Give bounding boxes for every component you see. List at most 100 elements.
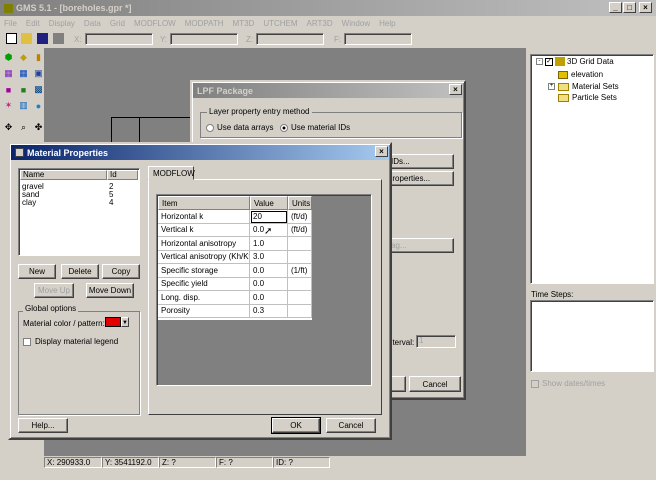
grid-cell-item[interactable]: Vertical anisotropy (Kh/Kv)	[158, 250, 250, 264]
radio-selected-icon[interactable]	[280, 123, 288, 132]
display-legend-option[interactable]: Display material legend	[23, 337, 118, 346]
print-icon[interactable]	[53, 33, 64, 44]
coord-x-field[interactable]	[85, 33, 153, 45]
move-down-button[interactable]: Move Down	[86, 283, 134, 298]
grid-cell-item[interactable]: Specific storage	[158, 264, 250, 278]
tree-item-particle-sets[interactable]: Particle Sets	[558, 93, 617, 102]
lpf-cancel-button[interactable]: Cancel	[409, 376, 461, 392]
menu-item-file[interactable]: File	[4, 19, 17, 28]
rotate-icon[interactable]: ✤	[33, 122, 44, 133]
copy-material-button[interactable]: Copy	[102, 264, 140, 279]
grid-cell-item[interactable]: Long. disp.	[158, 291, 250, 305]
grid-cell-units[interactable]: (1/ft)	[288, 264, 312, 278]
map-icon[interactable]: ▥	[18, 100, 29, 111]
coord-z-field[interactable]	[256, 33, 324, 45]
well-icon[interactable]: ◆	[18, 52, 29, 63]
grid-cell-units[interactable]	[288, 304, 312, 318]
new-material-button[interactable]: New	[18, 264, 56, 279]
mesh-icon[interactable]: ▣	[33, 68, 44, 79]
menu-item-art3d[interactable]: ART3D	[307, 19, 333, 28]
color-swatch[interactable]	[105, 317, 121, 327]
grid-cell-value[interactable]: 0.0	[250, 264, 288, 278]
interval-field[interactable]: 1	[416, 335, 456, 348]
ok-button[interactable]: OK	[271, 417, 321, 434]
open-folder-icon[interactable]	[21, 33, 32, 44]
coord-y-field[interactable]	[170, 33, 238, 45]
grid-cell-units[interactable]: (ft/d)	[288, 223, 312, 237]
grid-cell-units[interactable]: (ft/d)	[288, 210, 312, 224]
lpf-close-button[interactable]: ×	[449, 84, 462, 95]
list-header-id[interactable]: Id	[107, 170, 138, 180]
grid-cell-units[interactable]	[288, 291, 312, 305]
solid-icon[interactable]: ■	[18, 84, 29, 95]
menu-item-modflow[interactable]: MODFLOW	[134, 19, 176, 28]
borehole-icon[interactable]: ▮	[33, 52, 44, 63]
tab-modflow[interactable]: MODFLOW	[148, 166, 195, 180]
grid-purple-icon[interactable]: ▦	[3, 68, 14, 79]
hex-green-icon[interactable]: ⬢	[3, 52, 14, 63]
menu-item-mt3d[interactable]: MT3D	[233, 19, 255, 28]
grid-cell-item[interactable]: Porosity	[158, 304, 250, 318]
tin-icon[interactable]: ✶	[3, 100, 14, 111]
expand-icon[interactable]: +	[548, 83, 555, 90]
material-row[interactable]: clay 4	[22, 198, 132, 207]
grid-cell-units[interactable]	[288, 250, 312, 264]
zoom-icon[interactable]: ⌕	[18, 122, 29, 133]
menu-item-display[interactable]: Display	[49, 19, 75, 28]
radio-icon[interactable]	[206, 123, 214, 132]
grid-cell-item[interactable]: Vertical k	[158, 223, 250, 237]
grid-cell-value[interactable]: 0.0	[250, 277, 288, 291]
show-dates-option[interactable]: Show dates/times	[531, 379, 605, 388]
tree-item-label: Material Sets	[572, 82, 619, 91]
grid-header-value: Value	[250, 196, 288, 210]
help-label: Help...	[31, 421, 55, 430]
menu-item-utchem[interactable]: UTCHEM	[263, 19, 297, 28]
grid-cell-units[interactable]	[288, 237, 312, 251]
grid-cell-value[interactable]: 1.0	[250, 237, 288, 251]
display-legend-checkbox[interactable]	[23, 337, 31, 346]
material-color-picker[interactable]: ▼	[105, 317, 129, 327]
grid-cell-item[interactable]: Horizontal k	[158, 210, 250, 224]
grid-cell-item[interactable]: Horizontal anisotropy	[158, 237, 250, 251]
scatter-icon[interactable]: ▩	[33, 84, 44, 95]
grid-cell-value[interactable]: 20	[250, 210, 288, 224]
menu-item-window[interactable]: Window	[342, 19, 370, 28]
close-button[interactable]: ×	[639, 2, 652, 13]
chevron-down-icon[interactable]: ▼	[121, 317, 129, 327]
mat-close-button[interactable]: ×	[375, 146, 388, 157]
move-up-button[interactable]: Move Up	[34, 283, 74, 298]
help-button[interactable]: Help...	[18, 418, 68, 433]
grid-cell-value[interactable]: 3.0	[250, 250, 288, 264]
cancel-button[interactable]: Cancel	[326, 418, 376, 433]
menu-item-grid[interactable]: Grid	[110, 19, 125, 28]
tree-root[interactable]: - ✓ 3D Grid Data	[536, 57, 614, 66]
grid-cell-item[interactable]: Specific yield	[158, 277, 250, 291]
coord-f-field[interactable]	[344, 33, 412, 45]
menu-item-edit[interactable]: Edit	[26, 19, 40, 28]
pan-icon[interactable]: ✥	[3, 122, 14, 133]
save-icon[interactable]	[37, 33, 48, 44]
radio-data-arrays[interactable]: Use data arrays	[206, 123, 273, 132]
list-header-name[interactable]: Name	[20, 170, 107, 180]
tree-item-material-sets[interactable]: + Material Sets	[548, 82, 619, 91]
menu-item-help[interactable]: Help	[379, 19, 395, 28]
radio-material-ids[interactable]: Use material IDs	[280, 123, 350, 132]
menu-item-modpath[interactable]: MODPATH	[185, 19, 224, 28]
collapse-icon[interactable]: -	[536, 58, 543, 65]
maximize-button[interactable]: □	[623, 2, 636, 13]
grid-blue-icon[interactable]: ▦	[18, 68, 29, 79]
checkbox-icon[interactable]: ✓	[545, 57, 553, 66]
new-file-icon[interactable]	[6, 33, 17, 44]
grid-cell-value[interactable]: 0.0	[250, 291, 288, 305]
minimize-button[interactable]: _	[609, 2, 622, 13]
menu-item-data[interactable]: Data	[84, 19, 101, 28]
delete-material-button[interactable]: Delete	[61, 264, 99, 279]
tree-item-elevation[interactable]: elevation	[558, 70, 603, 79]
grid-cell-value[interactable]: 0.3	[250, 304, 288, 318]
grid-cell-units[interactable]	[288, 277, 312, 291]
show-dates-checkbox[interactable]	[531, 379, 539, 388]
cube-icon[interactable]: ■	[3, 84, 14, 95]
materials-list[interactable]: Name Id gravel 2 sand 5 clay 4	[18, 168, 140, 256]
globe-icon[interactable]: ●	[33, 100, 44, 111]
time-steps-list[interactable]	[530, 300, 654, 372]
